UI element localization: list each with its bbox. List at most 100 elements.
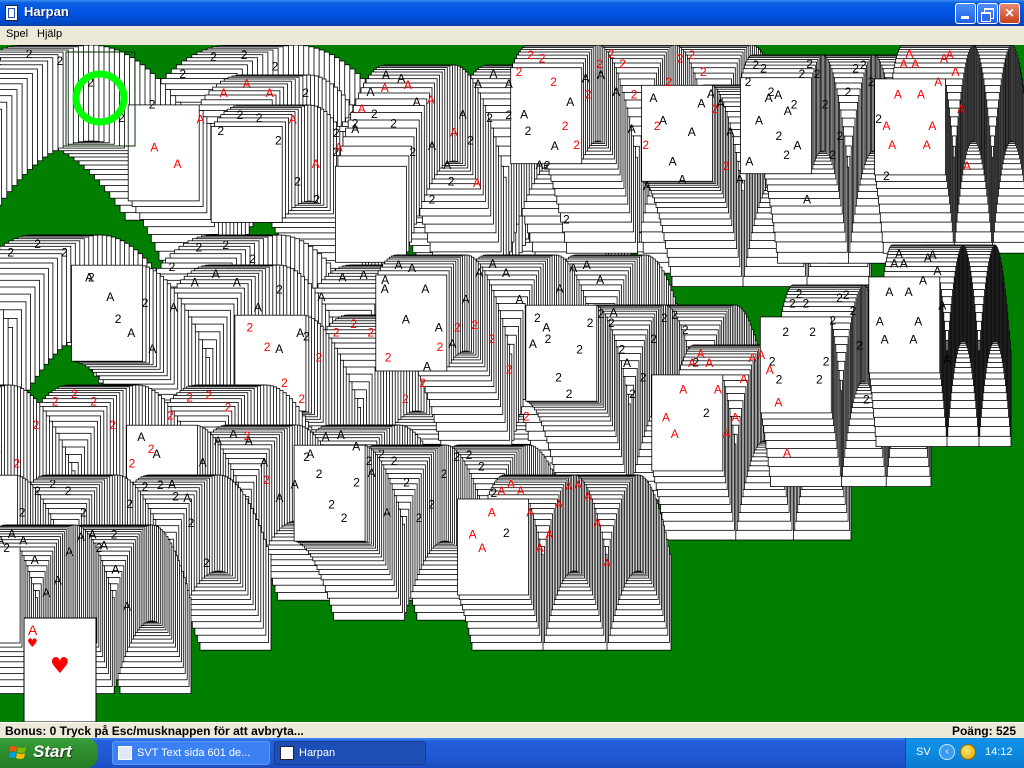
card-rank-label: 2 bbox=[539, 52, 546, 66]
card-rank-label: 2 bbox=[769, 355, 776, 369]
card-rank-label: A bbox=[489, 67, 497, 81]
restore-button[interactable] bbox=[977, 3, 998, 24]
card-rank-label: A bbox=[723, 427, 731, 441]
card-rank-label: 2 bbox=[316, 350, 323, 364]
menu-spel[interactable]: Spel bbox=[4, 28, 30, 40]
card-rank-label: A bbox=[748, 351, 756, 365]
card-rank-label: 2 bbox=[776, 373, 783, 387]
card-rank-label: A bbox=[220, 86, 228, 100]
card-rank-label: A bbox=[395, 258, 403, 272]
card-rank-label: A bbox=[339, 271, 347, 285]
card-rank-label: 2 bbox=[608, 316, 615, 330]
card-rank-label: 2 bbox=[505, 108, 512, 122]
card-rank-label: A bbox=[488, 506, 496, 520]
menu-bar: Spel Hjälp bbox=[0, 26, 1024, 45]
taskbar-label: Harpan bbox=[299, 747, 336, 759]
card-rank-label: 2 bbox=[437, 340, 444, 354]
card-rank-label: 2 bbox=[640, 370, 647, 384]
card-rank-label: 2 bbox=[298, 392, 305, 406]
card-rank-label: A bbox=[54, 574, 62, 588]
card-rank-label: 2 bbox=[566, 387, 573, 401]
card-rank-label: 2 bbox=[196, 241, 203, 255]
card-rank-label: A bbox=[529, 337, 537, 351]
card-rank-label: A bbox=[243, 77, 251, 91]
card-rank-label: 2 bbox=[263, 473, 270, 487]
card-rank-label: 2 bbox=[333, 145, 340, 159]
card-rank-label: A bbox=[516, 293, 524, 307]
card-rank-label: A bbox=[963, 159, 971, 173]
card-rank-label: A bbox=[745, 155, 753, 169]
card-rank-label: 2 bbox=[167, 408, 174, 422]
card-rank-label: 2 bbox=[303, 450, 310, 464]
taskbar-button-harpan[interactable]: Harpan bbox=[274, 741, 426, 765]
card-rank-label: A bbox=[502, 266, 510, 280]
card-rank-label: 2 bbox=[563, 213, 570, 227]
network-globe-icon[interactable] bbox=[960, 744, 976, 760]
card-rank-label: A bbox=[643, 179, 651, 193]
card-rank-label: 2 bbox=[294, 175, 301, 189]
card-rank-label: A bbox=[127, 326, 135, 340]
menu-hjalp[interactable]: Hjälp bbox=[35, 28, 64, 40]
card-rank-label: A bbox=[351, 122, 359, 136]
card-rank-label: A bbox=[296, 326, 304, 340]
title-bar[interactable]: Harpan ✕ bbox=[0, 0, 1024, 26]
card-rank-label: 2 bbox=[281, 376, 288, 390]
card-rank-label: A bbox=[717, 97, 725, 111]
card-rank-label: A bbox=[0, 534, 4, 548]
card-rank-label: A bbox=[150, 140, 158, 154]
card-rank-label: 2 bbox=[368, 325, 375, 339]
card-rank-label: A bbox=[678, 173, 686, 187]
card-rank-label: 2 bbox=[863, 393, 870, 407]
card-rank-label: 2 bbox=[402, 392, 409, 406]
card-rank-label: A bbox=[421, 282, 429, 296]
card-rank-label: 2 bbox=[385, 350, 392, 364]
taskbar-label: SVT Text sida 601 de... bbox=[137, 747, 251, 759]
card-rank-label: A bbox=[478, 541, 486, 555]
cards-icon bbox=[280, 746, 294, 760]
card-rank-label: 2 bbox=[172, 490, 179, 504]
close-button[interactable]: ✕ bbox=[999, 3, 1020, 24]
minimize-button[interactable] bbox=[955, 3, 976, 24]
card-rank-label: A bbox=[448, 337, 456, 351]
chevron-left-icon[interactable]: ‹ bbox=[939, 744, 955, 760]
card-trail-frame bbox=[210, 126, 283, 223]
taskbar: Start SVT Text sida 601 de... Harpan SV … bbox=[0, 738, 1024, 768]
card-rank-label: A bbox=[507, 477, 515, 491]
card-rank-label: A bbox=[596, 273, 604, 287]
card-rank-label: A bbox=[924, 251, 932, 265]
card-rank-label: 2 bbox=[466, 448, 473, 462]
heart-icon: ♥ bbox=[50, 654, 70, 679]
card-rank-label: A bbox=[427, 93, 435, 107]
card-rank-label: A bbox=[740, 372, 748, 386]
card-rank-label: 2 bbox=[302, 86, 309, 100]
card-rank-label: A bbox=[183, 491, 191, 505]
card-rank-label: 2 bbox=[3, 541, 10, 555]
card-rank-label: A bbox=[688, 356, 696, 370]
card-rank-label: A bbox=[197, 113, 205, 127]
card-rank-label: A bbox=[731, 410, 739, 424]
card-rank-label: A bbox=[934, 75, 942, 89]
card-rank-label: A bbox=[885, 285, 893, 299]
language-indicator[interactable]: SV bbox=[916, 746, 931, 758]
card-rank-label: A bbox=[714, 383, 722, 397]
card-rank-label: 2 bbox=[506, 362, 513, 376]
start-button[interactable]: Start bbox=[0, 738, 98, 768]
taskbar-button-svt[interactable]: SVT Text sida 601 de... bbox=[112, 741, 270, 765]
card-rank-label: A bbox=[42, 586, 50, 600]
card-rank-label: 2 bbox=[333, 325, 340, 339]
card-rank-label: A bbox=[526, 506, 534, 520]
card-rank-label: A bbox=[77, 530, 85, 544]
card-rank-label: A bbox=[755, 113, 763, 127]
card-rank-label: 2 bbox=[49, 477, 56, 491]
card-rank-label: 2 bbox=[341, 511, 348, 525]
card-rank-label: 2 bbox=[61, 245, 68, 259]
card-rank-label: A bbox=[569, 261, 577, 275]
card-rank-label: A bbox=[612, 85, 620, 99]
card-rank-label: 2 bbox=[26, 47, 33, 61]
card-rank-label: 2 bbox=[391, 454, 398, 468]
card-rank-label: 2 bbox=[34, 237, 41, 251]
card-rank-label: 2 bbox=[454, 321, 461, 335]
card-rank-label: A bbox=[952, 65, 960, 79]
restore-icon-back bbox=[981, 12, 991, 22]
game-area[interactable]: 22222222222222AAAAAAAAAAAAAAA22222222222… bbox=[0, 45, 1024, 722]
